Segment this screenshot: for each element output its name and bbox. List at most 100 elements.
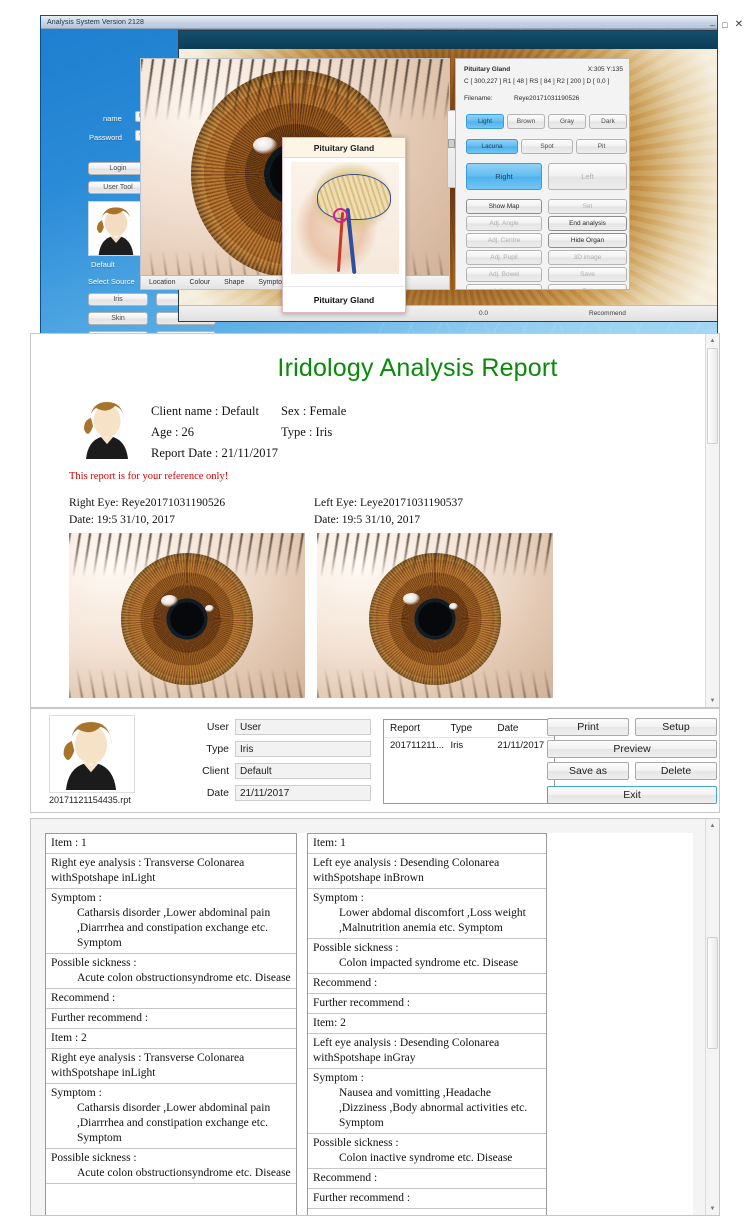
analysis-control-panel: Pituitary Gland X:305 Y:135 C [ 300,227 …	[455, 58, 630, 290]
iris-viewer-topbar	[179, 31, 717, 49]
report-list-row[interactable]: 201711211... Iris 21/11/2017	[384, 738, 554, 753]
user-field[interactable]: User	[235, 719, 371, 735]
analysis-row-item: Item: 1	[308, 834, 546, 854]
tab-shape[interactable]: Shape	[224, 279, 244, 286]
report-list[interactable]: Report Type Date 201711211... Iris 21/11…	[383, 719, 555, 804]
status-value: 0.0	[479, 310, 489, 317]
scroll-up-icon[interactable]: ▲	[707, 820, 718, 831]
organ-title: Pituitary Gland	[464, 66, 511, 73]
analysis-row-label: Possible sickness :	[313, 1137, 399, 1149]
analysis-scrollbar-thumb[interactable]	[707, 937, 718, 1049]
tone-gray-button[interactable]: Gray	[548, 114, 586, 129]
analysis-row-label: Item: 1	[313, 837, 346, 849]
left-eye-caption: Left Eye: Leye20171031190537 Date: 19:5 …	[314, 495, 559, 529]
date-field[interactable]: 21/11/2017	[235, 785, 371, 801]
analysis-row-label: Symptom : Catharsis disorder ,Lower abdom…	[46, 889, 296, 954]
analysis-row-label: Possible sickness : Colon impacted syndro…	[308, 939, 546, 974]
save-as-button[interactable]: Save as	[547, 762, 629, 780]
3d-image-button: 3D image	[548, 250, 627, 265]
right-eye-image[interactable]	[69, 533, 305, 698]
user-label: User	[206, 721, 229, 733]
analysis-row-detail: Catharsis disorder ,Lower abdominal pain…	[77, 1102, 271, 1144]
iris-viewer-statusbar: 0.0 Recommend Recommend	[179, 305, 717, 321]
delete-button[interactable]: Delete	[635, 762, 717, 780]
user-tool-button[interactable]: User Tool	[88, 181, 148, 194]
tab-location[interactable]: Location	[149, 279, 175, 286]
iris-button[interactable]: Iris	[88, 293, 148, 306]
close-icon[interactable]: ✕	[735, 19, 743, 30]
right-eye-caption: Right Eye: Reye20171031190526 Date: 19:5…	[69, 495, 314, 529]
client-avatar	[88, 201, 143, 256]
login-button[interactable]: Login	[88, 162, 148, 175]
analysis-row-detail: Lower abdomal discomfort ,Loss weight ,M…	[339, 907, 526, 934]
type-label: Type	[206, 743, 229, 755]
head-anatomy-illustration	[291, 162, 399, 275]
analysis-row-label: Further recommend :	[313, 1192, 411, 1204]
minimize-icon[interactable]: –	[710, 20, 715, 30]
scroll-down-icon[interactable]: ▼	[707, 1203, 718, 1214]
mark-spot-button[interactable]: Spot	[521, 139, 573, 154]
tab-colour[interactable]: Colour	[189, 279, 210, 286]
report-scrollbar-thumb[interactable]	[707, 348, 718, 444]
show-map-button[interactable]: Show Map	[466, 199, 542, 214]
adj-pupil-button: Adj. Pupil	[466, 250, 542, 265]
analysis-row-label: Symptom : Lower abdomal discomfort ,Loss …	[308, 889, 546, 939]
analysis-row-label: Possible sickness :	[51, 957, 137, 969]
analysis-row-label: Left eye analysis : Desending Colonarea …	[313, 1037, 500, 1064]
analysis-row-label: Possible sickness :	[313, 942, 399, 954]
page-title: Iridology Analysis Report	[277, 354, 558, 382]
analysis-row-label: Further recommend :	[46, 1009, 296, 1029]
client-label: Client	[202, 765, 229, 777]
mark-pit-button[interactable]: Pit	[576, 139, 627, 154]
eye-right-button[interactable]: Right	[466, 163, 542, 190]
analysis-row-label: Symptom : Catharsis disorder ,Lower abdom…	[46, 1084, 296, 1149]
avatar-illustration	[96, 207, 133, 255]
right-eye-analysis-table: Item : 1 Right eye analysis : Transverse …	[45, 833, 297, 1215]
exit-button[interactable]: Exit	[547, 786, 717, 804]
eye-left-button[interactable]: Left	[548, 163, 627, 190]
upper-eyelashes	[141, 59, 449, 121]
analysis-row-detail: Colon inactive syndrome etc. Disease	[339, 1152, 513, 1164]
analysis-row-detail: Catharsis disorder ,Lower abdominal pain…	[77, 907, 271, 949]
header-type: Type	[450, 723, 473, 734]
save-button: Save	[548, 267, 627, 282]
type-field[interactable]: Iris	[235, 741, 371, 757]
scroll-down-icon[interactable]: ▼	[707, 695, 718, 706]
tone-dark-button[interactable]: Dark	[589, 114, 627, 129]
analysis-row-analysis: Left eye analysis : Desending Colonarea …	[308, 1034, 546, 1069]
analysis-row-label: Symptom :	[313, 892, 364, 904]
client-field[interactable]: Default	[235, 763, 371, 779]
organ-popup: Pituitary Gland Pituitary Gland	[282, 137, 406, 313]
report-scrollbar[interactable]: ▲ ▼	[705, 334, 719, 707]
analysis-row-label: Further recommend :	[308, 994, 546, 1014]
age-text: Age : 26	[151, 425, 195, 439]
tone-brown-button[interactable]: Brown	[507, 114, 545, 129]
preview-button[interactable]: Preview	[547, 740, 717, 758]
date-label: Date	[206, 787, 229, 799]
hide-organ-button[interactable]: Hide Organ	[548, 233, 627, 248]
tone-light-button[interactable]: Light	[466, 114, 504, 129]
password-label: Password	[89, 133, 122, 142]
analysis-row-label: Left eye analysis : Desending Colonarea …	[313, 857, 500, 884]
report-list-header: Report Type Date	[384, 720, 554, 738]
analysis-row-label: Further recommend :	[313, 997, 411, 1009]
window-controls: – □ ✕	[710, 19, 743, 30]
setup-button[interactable]: Setup	[635, 718, 717, 736]
organ-illustration	[283, 158, 405, 286]
scroll-up-icon[interactable]: ▲	[707, 335, 718, 346]
analysis-row-label: Right eye analysis : Transverse Colonare…	[51, 857, 245, 884]
disclaimer-text: This report is for your reference only!	[69, 471, 229, 482]
print-button[interactable]: Print	[547, 718, 629, 736]
analysis-row-label: Item : 2	[51, 1032, 87, 1044]
report-page: Iridology Analysis Report Client name : …	[31, 334, 706, 707]
end-analysis-button[interactable]: End analysis	[548, 216, 627, 231]
analysis-row-label: Symptom : Nausea and vomitting ,Headache …	[308, 1069, 546, 1134]
skin-button[interactable]: Skin	[88, 312, 148, 325]
manager-avatar	[49, 715, 135, 793]
status-recommend-1: Recommend	[589, 310, 626, 317]
mark-lacuna-button[interactable]: Lacuna	[466, 139, 518, 154]
analysis-scrollbar[interactable]: ▲ ▼	[705, 819, 719, 1215]
left-eye-image[interactable]	[317, 533, 553, 698]
maximize-icon[interactable]: □	[722, 20, 727, 30]
zoom-slider-knob[interactable]	[448, 139, 455, 148]
